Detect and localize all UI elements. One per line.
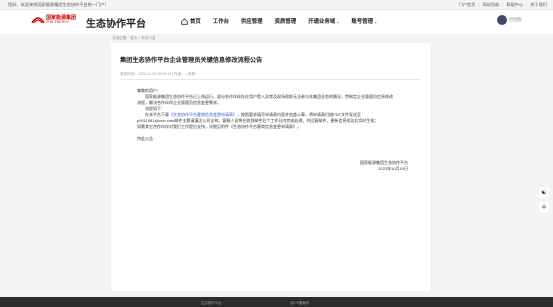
customer-service-icon[interactable]: ☯ xyxy=(539,187,549,197)
paragraph-text: ，按照要求填写申请表内容并加盖公章，将申请表扫描PDF文件发送至 xyxy=(237,112,361,117)
closing: 特此公告 xyxy=(137,136,153,141)
top-link-about[interactable]: 关于我们 xyxy=(530,0,547,9)
home-icon xyxy=(181,17,188,25)
signature: 国家能源集团生态协作平台 2023年10月19日 xyxy=(360,160,408,172)
top-links: 门户首页 | 网站导航 | 帮助中心 | 关于我们 xyxy=(459,0,547,9)
greeting-text: 您好，欢迎来到国家能源集团生态协作平台统一门户！ xyxy=(8,2,109,7)
nav-item-qualification[interactable]: 资质管理 xyxy=(275,16,297,26)
footer: 生态协作平台 京ICP备案号 xyxy=(0,297,553,307)
brand-name-en: CHN ENERGY xyxy=(46,20,70,24)
avatar[interactable] xyxy=(497,15,507,25)
nav-label: 工作台 xyxy=(212,19,229,25)
notice-card: 集团生态协作平台企业管理员关键信息修改流程公告 发布时间：2023-11-20 … xyxy=(111,43,430,291)
notice-meta: 发布时间：2023-11-20 08:59:12 | 作者： | 来源： xyxy=(120,72,199,76)
nav-label: 供应管理 xyxy=(240,19,263,25)
settings-icon[interactable]: ✲ xyxy=(539,202,549,212)
user-name[interactable]: *****公司 xyxy=(508,17,522,22)
top-link-help[interactable]: 帮助中心 xyxy=(506,0,523,9)
nav-item-home[interactable]: 首页 xyxy=(181,16,201,26)
top-bar: 您好，欢迎来到国家能源集团生态协作平台统一门户！ 门户首页 | 网站导航 | 帮… xyxy=(0,0,553,10)
breadcrumb: 当前位置：首页 > 系统公告 xyxy=(112,36,156,40)
top-link-sitemap[interactable]: 网站导航 xyxy=(483,0,500,9)
separator: | xyxy=(526,2,528,7)
page-title: 集团生态协作平台企业管理员关键信息修改流程公告 xyxy=(120,57,263,64)
main-nav: 首页 工作台 供应管理 资质管理 开通业务域 ⌄ 账号管理 ⌄ xyxy=(181,16,389,26)
nav-label: 账号管理 xyxy=(351,19,374,25)
sign-date: 2023年10月19日 xyxy=(378,166,408,171)
nav-label: 资质管理 xyxy=(274,19,297,25)
nav-label: 开通业务域 xyxy=(308,19,336,25)
divider xyxy=(120,79,420,80)
paragraph: 如需其它合作伙伴对我们工作提出支持，详细见附件《生态协作平台客商信息变更申请表》… xyxy=(137,124,301,129)
download-form-link[interactable]: 《生态协作平台客商信息变更申请表》 xyxy=(169,112,237,117)
footer-icp[interactable]: 京ICP备案号 xyxy=(290,300,309,305)
notice-body: 尊敬的用户： 国家能源集团生态协作平台已上线运行，部分合作伙伴存在用户登入异常及… xyxy=(137,88,397,142)
nav-item-supply[interactable]: 供应管理 xyxy=(241,16,263,26)
logo-icon[interactable] xyxy=(31,15,45,25)
separator: | xyxy=(478,2,480,7)
nav-label: 首页 xyxy=(190,19,201,25)
nav-item-account[interactable]: 账号管理 ⌄ xyxy=(351,16,377,26)
chevron-down-icon: ⌄ xyxy=(374,18,378,24)
platform-title: 生态协作平台 xyxy=(86,19,146,30)
header: 国家能源集团 CHN ENERGY 生态协作平台 首页 工作台 供应管理 资质管… xyxy=(0,10,553,34)
nav-item-workbench[interactable]: 工作台 xyxy=(213,16,229,26)
footer-text: 生态协作平台 xyxy=(201,301,222,305)
chevron-down-icon: ⌄ xyxy=(336,18,340,24)
nav-item-business-domain[interactable]: 开通业务域 ⌄ xyxy=(308,16,339,26)
top-link-portal[interactable]: 门户首页 xyxy=(459,0,476,9)
separator: | xyxy=(502,2,504,7)
paragraph-text: 在本平台下载 xyxy=(145,112,169,117)
